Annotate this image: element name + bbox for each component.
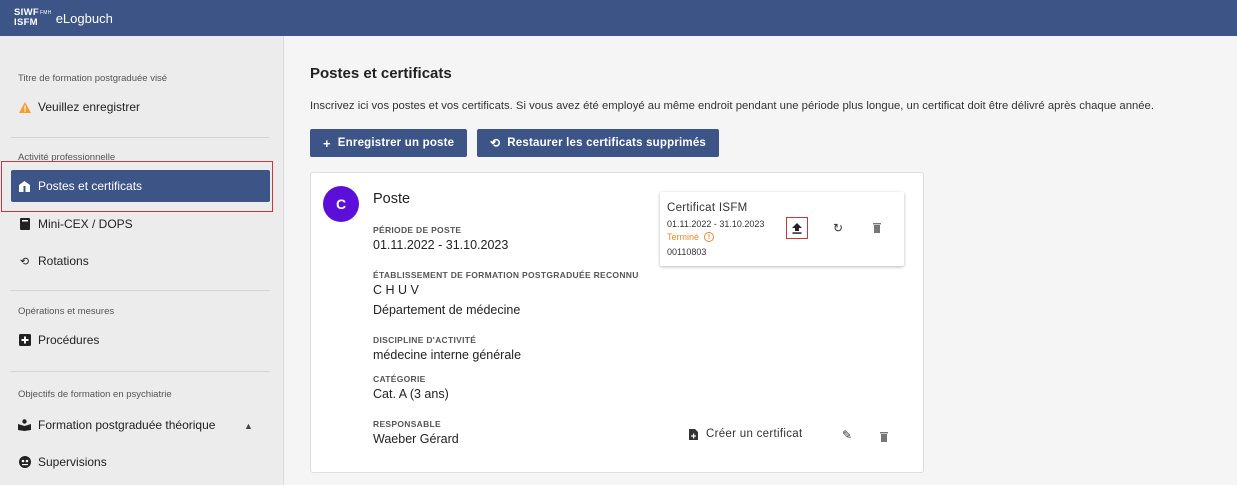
logo-bottom-text: ISFM — [14, 17, 38, 28]
sidebar-item-register-title[interactable]: Veuillez enregistrer — [11, 91, 270, 123]
warning-icon — [18, 101, 31, 114]
reset-icon: ↻ — [832, 221, 844, 235]
info-icon: ! — [704, 232, 715, 242]
file-plus-icon — [689, 428, 698, 440]
sidebar-item-label: Formation postgraduée théorique — [38, 418, 216, 432]
sidebar-item-supervisions[interactable]: Supervisions — [11, 446, 270, 478]
intro-text: Inscrivez ici vos postes et vos certific… — [310, 100, 1154, 112]
top-bar: SIWFFMH ISFM eLogbuch — [0, 0, 1237, 36]
category-value: Cat. A (3 ans) — [373, 387, 449, 401]
delete-post-button[interactable] — [880, 431, 888, 445]
trash-icon — [880, 432, 888, 442]
trash-icon — [873, 223, 881, 233]
reset-button[interactable]: ↻ — [827, 217, 849, 239]
sidebar-item-label: Veuillez enregistrer — [38, 100, 141, 114]
institution-value: C H U V — [373, 283, 419, 297]
avatar: C — [323, 186, 359, 222]
section-title-operations: Opérations et mesures — [18, 306, 115, 317]
siwf-logo[interactable]: SIWFFMH ISFM — [14, 8, 52, 28]
reading-icon — [18, 419, 31, 432]
book-icon — [18, 218, 31, 231]
section-title-training-goal: Titre de formation postgraduée visé — [18, 73, 168, 84]
restore-certificates-button[interactable]: ⟲ Restaurer les certificats supprimés — [477, 129, 720, 157]
sidebar-divider — [10, 137, 270, 138]
delete-certificate-button[interactable] — [866, 217, 888, 239]
period-value: 01.11.2022 - 31.10.2023 — [373, 238, 509, 252]
rotate-icon: ⟲ — [19, 255, 30, 268]
main-content: Postes et certificats Inscrivez ici vos … — [285, 36, 1237, 485]
sidebar-item-procedures[interactable]: Procédures — [11, 324, 270, 356]
certificate-status: Terminé ! — [667, 232, 715, 242]
sidebar: Titre de formation postgraduée visé Veui… — [0, 36, 284, 485]
certificate-status-text: Terminé — [667, 232, 700, 242]
supervision-icon — [18, 456, 31, 469]
post-card: C Poste PÉRIODE DE POSTE 01.11.2022 - 31… — [310, 172, 924, 473]
logo-top-sub-text: FMH — [39, 10, 52, 16]
page-title: Postes et certificats — [310, 65, 452, 82]
upload-icon — [792, 222, 802, 234]
certificate-dates: 01.11.2022 - 31.10.2023 — [667, 219, 765, 229]
certificate-card: Certificat ISFM 01.11.2022 - 31.10.2023 … — [660, 192, 904, 266]
sidebar-item-mini-cex-dops[interactable]: Mini-CEX / DOPS — [11, 208, 270, 240]
department-value: Département de médecine — [373, 303, 521, 317]
sidebar-item-label: Mini-CEX / DOPS — [38, 217, 133, 231]
discipline-label: DISCIPLINE D'ACTIVITÉ — [373, 335, 477, 345]
plus-icon: + — [323, 135, 331, 151]
sidebar-item-label: Procédures — [38, 333, 100, 347]
history-icon: ⟲ — [490, 136, 501, 150]
edit-button[interactable]: ✎ — [842, 428, 852, 442]
responsible-value: Waeber Gérard — [373, 432, 459, 446]
card-title: Poste — [373, 191, 411, 207]
sidebar-item-label: Rotations — [38, 254, 89, 268]
section-title-psychiatry-objectives: Objectifs de formation en psychiatrie — [18, 389, 172, 400]
category-label: CATÉGORIE — [373, 374, 426, 384]
create-certificate-label: Créer un certificat — [706, 428, 803, 440]
plus-square-icon — [18, 334, 31, 347]
sidebar-item-formation-theorique[interactable]: Formation postgraduée théorique — [11, 409, 270, 441]
register-post-label: Enregistrer un poste — [337, 137, 455, 149]
create-certificate-button[interactable]: Créer un certificat — [689, 428, 802, 440]
responsible-label: RESPONSABLE — [373, 419, 442, 429]
sidebar-item-rotations[interactable]: ⟲ Rotations — [11, 245, 270, 277]
sidebar-item-label: Supervisions — [38, 455, 107, 469]
active-item-highlight — [1, 161, 273, 212]
register-post-button[interactable]: + Enregistrer un poste — [310, 129, 468, 157]
discipline-value: médecine interne générale — [373, 348, 522, 362]
institution-label: ÉTABLISSEMENT DE FORMATION POSTGRADUÉE R… — [373, 270, 639, 280]
sidebar-divider — [10, 290, 270, 291]
pencil-icon: ✎ — [842, 428, 853, 442]
app-title: eLogbuch — [55, 10, 113, 26]
period-label: PÉRIODE DE POSTE — [373, 225, 462, 235]
restore-certificates-label: Restaurer les certificats supprimés — [507, 137, 707, 149]
certificate-title: Certificat ISFM — [667, 202, 748, 214]
upload-button[interactable] — [786, 217, 808, 239]
sidebar-divider — [10, 371, 270, 372]
certificate-number: 00110803 — [667, 247, 707, 257]
